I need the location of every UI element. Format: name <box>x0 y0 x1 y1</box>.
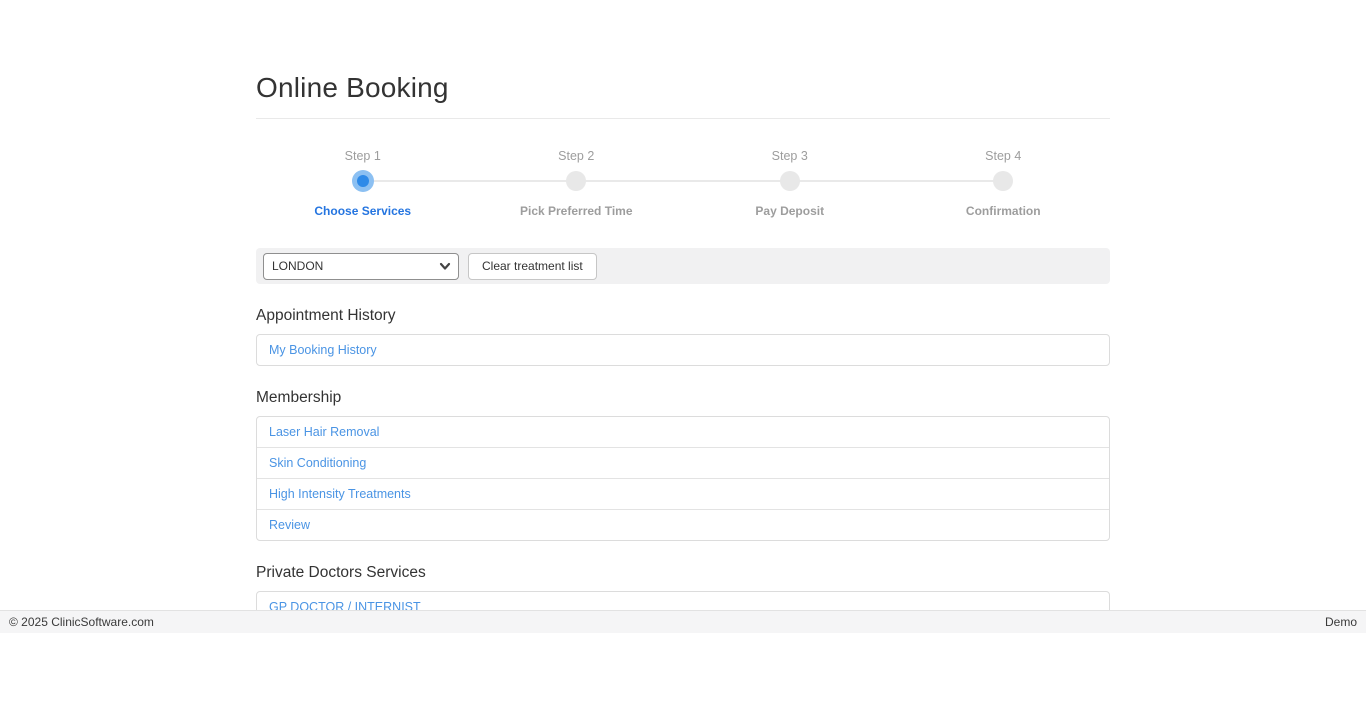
list-item-review[interactable]: Review <box>257 509 1109 540</box>
footer-demo-label: Demo <box>1325 615 1357 629</box>
step-label-confirmation: Confirmation <box>897 204 1111 218</box>
step-labels-row: Choose Services Pick Preferred Time Pay … <box>256 204 1110 218</box>
step-2-dot-cell <box>470 170 684 192</box>
step-3-number: Step 3 <box>683 149 897 163</box>
list-item-skin-conditioning[interactable]: Skin Conditioning <box>257 447 1109 478</box>
section-heading-membership: Membership <box>256 389 1110 407</box>
step-dots-row <box>256 170 1110 192</box>
step-4-number: Step 4 <box>897 149 1111 163</box>
clear-treatment-list-button[interactable]: Clear treatment list <box>468 253 597 280</box>
location-toolbar: LONDON Clear treatment list <box>256 248 1110 284</box>
section-membership: Membership Laser Hair Removal Skin Condi… <box>256 389 1110 541</box>
step-2-dot <box>566 171 586 191</box>
step-3-dot-cell <box>683 170 897 192</box>
location-select-wrap: LONDON <box>263 253 459 280</box>
section-heading-private-doctors-services: Private Doctors Services <box>256 564 1110 582</box>
booking-stepper: Step 1 Step 2 Step 3 Step 4 <box>256 149 1110 218</box>
page-title: Online Booking <box>256 72 1110 104</box>
step-label-pay-deposit: Pay Deposit <box>683 204 897 218</box>
list-item-laser-hair-removal[interactable]: Laser Hair Removal <box>257 417 1109 447</box>
step-label-choose-services: Choose Services <box>256 204 470 218</box>
step-1-dot-active <box>352 170 374 192</box>
appointment-history-list: My Booking History <box>256 334 1110 366</box>
step-4-dot <box>993 171 1013 191</box>
footer-bar: © 2025 ClinicSoftware.com Demo <box>0 610 1366 633</box>
section-heading-appointment-history: Appointment History <box>256 307 1110 325</box>
step-numbers-row: Step 1 Step 2 Step 3 Step 4 <box>256 149 1110 163</box>
step-3-dot <box>780 171 800 191</box>
list-item-my-booking-history[interactable]: My Booking History <box>257 335 1109 365</box>
step-1-number: Step 1 <box>256 149 470 163</box>
location-select[interactable]: LONDON <box>263 253 459 280</box>
step-2-number: Step 2 <box>470 149 684 163</box>
footer-copyright: © 2025 ClinicSoftware.com <box>9 615 154 629</box>
booking-page: Online Booking Step 1 Step 2 Step 3 Step… <box>256 72 1110 623</box>
title-divider <box>256 118 1110 119</box>
step-1-dot-inner <box>357 175 369 187</box>
step-1-dot-cell <box>256 170 470 192</box>
step-label-pick-preferred-time: Pick Preferred Time <box>470 204 684 218</box>
list-item-high-intensity-treatments[interactable]: High Intensity Treatments <box>257 478 1109 509</box>
membership-list: Laser Hair Removal Skin Conditioning Hig… <box>256 416 1110 541</box>
step-4-dot-cell <box>897 170 1111 192</box>
section-appointment-history: Appointment History My Booking History <box>256 307 1110 366</box>
